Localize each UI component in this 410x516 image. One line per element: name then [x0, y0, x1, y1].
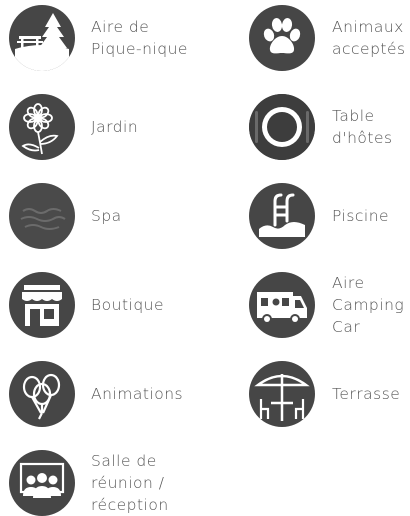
- amenity-shop: Boutique: [9, 272, 164, 338]
- parasol-table-icon: [249, 361, 315, 427]
- spa-icon: [9, 183, 75, 249]
- amenity-label: Aire Camping Car: [332, 274, 405, 336]
- amenity-label: Table d'hôtes: [332, 107, 393, 147]
- pool-ladder-icon: [249, 183, 315, 249]
- amenity-label: Salle de réunion / réception: [91, 452, 169, 514]
- amenity-garden: Jardin: [9, 94, 138, 160]
- amenity-pool: Piscine: [249, 183, 389, 249]
- picnic-tree-icon: [9, 5, 75, 71]
- amenity-pets-allowed: Animaux acceptés: [249, 5, 406, 71]
- amenity-label: Aire de Pique-nique: [91, 18, 188, 58]
- amenity-meeting-room: Salle de réunion / réception: [9, 450, 169, 516]
- amenity-camper-area: Aire Camping Car: [249, 272, 404, 338]
- shop-icon: [9, 272, 75, 338]
- amenity-label: Spa: [91, 207, 122, 225]
- amenity-label: Animations: [91, 385, 184, 403]
- amenity-label: Piscine: [332, 207, 390, 225]
- amenity-label: Jardin: [91, 118, 139, 136]
- amenity-spa: Spa: [9, 183, 122, 249]
- flower-icon: [9, 94, 75, 160]
- amenity-label: Animaux acceptés: [332, 18, 406, 58]
- camper-van-icon: [249, 272, 315, 338]
- amenity-label: Boutique: [91, 296, 165, 314]
- amenity-picnic-area: Aire de Pique-nique: [9, 5, 188, 71]
- amenity-terrace: Terrasse: [249, 361, 400, 427]
- amenity-guest-table: Table d'hôtes: [249, 94, 393, 160]
- meeting-people-icon: [9, 450, 75, 516]
- paw-icon: [249, 5, 315, 71]
- balloons-icon: [9, 361, 75, 427]
- plate-icon: [249, 94, 315, 160]
- amenity-animations: Animations: [9, 361, 183, 427]
- amenity-label: Terrasse: [332, 385, 401, 403]
